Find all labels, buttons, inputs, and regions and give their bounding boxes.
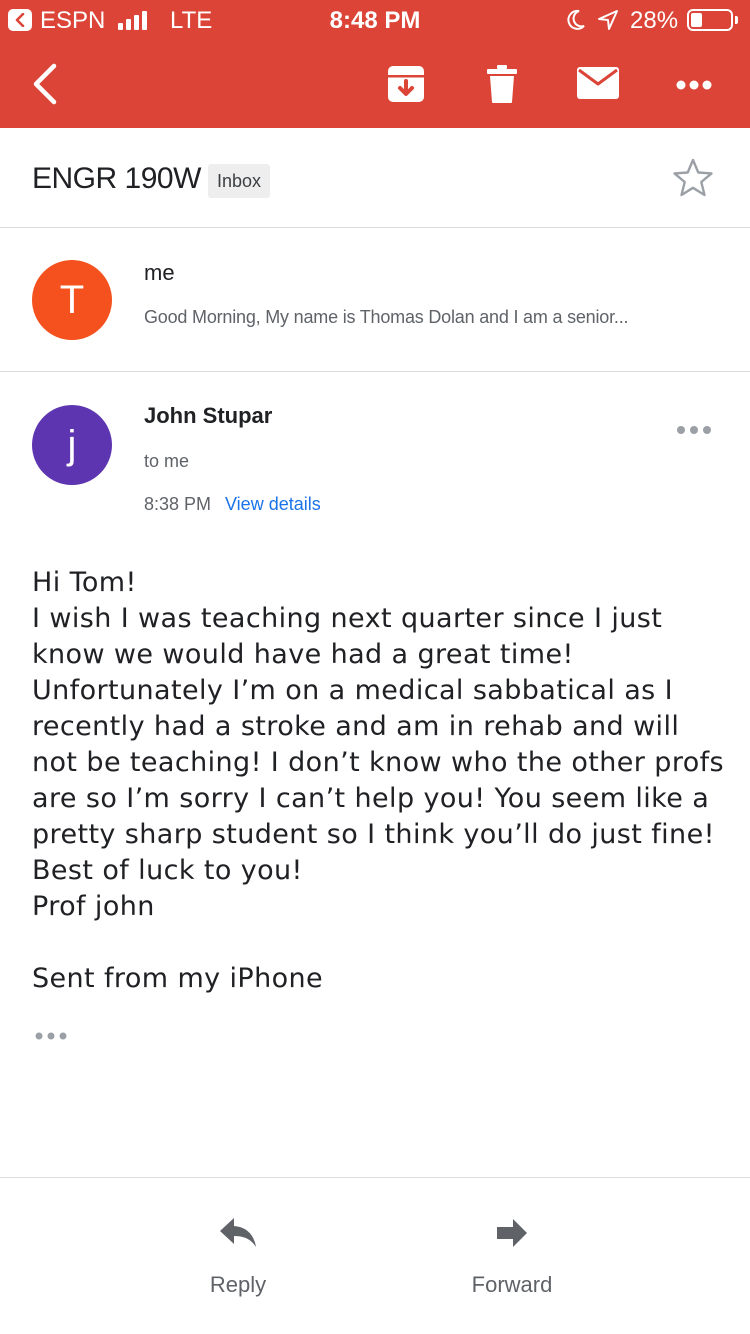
body-blank-line bbox=[32, 925, 722, 961]
more-horizontal-icon bbox=[677, 426, 711, 434]
forward-arrow-icon bbox=[497, 1219, 527, 1247]
message-snippet: Good Morning, My name is Thomas Dolan an… bbox=[144, 307, 629, 327]
signature-line: Sent from my iPhone bbox=[32, 963, 324, 994]
body-line: pretty sharp student so I think you’ll d… bbox=[32, 819, 715, 850]
archive-button[interactable] bbox=[386, 64, 426, 104]
avatar: j bbox=[32, 405, 112, 485]
body-line: know we would have had a great time! bbox=[32, 639, 574, 670]
body-line: Prof john bbox=[32, 891, 155, 922]
app-header: ESPN LTE 8:48 PM 28% bbox=[0, 0, 750, 128]
back-button[interactable] bbox=[28, 62, 62, 106]
battery-icon bbox=[687, 9, 733, 31]
star-icon bbox=[673, 158, 713, 197]
body-line: I wish I was teaching next quarter since… bbox=[32, 603, 663, 634]
view-details-link[interactable]: View details bbox=[225, 494, 321, 515]
sender-name: me bbox=[144, 260, 175, 285]
body-line: are so I’m sorry I can’t help you! You s… bbox=[32, 783, 710, 814]
avatar: T bbox=[32, 260, 112, 340]
body-line: not be teaching! I don’t know who the ot… bbox=[32, 747, 725, 778]
location-arrow-icon bbox=[597, 9, 619, 38]
body-line: Best of luck to you! bbox=[32, 855, 303, 886]
reply-button[interactable]: Reply bbox=[158, 1216, 318, 1298]
message-body: Hi Tom! I wish I was teaching next quart… bbox=[32, 565, 725, 997]
collapsed-message[interactable]: T me Good Morning, My name is Thomas Dol… bbox=[0, 229, 750, 372]
body-line: recently had a stroke and am in rehab an… bbox=[32, 711, 680, 742]
more-horizontal-icon bbox=[676, 80, 712, 90]
email-subject: ENGR 190W bbox=[32, 162, 201, 195]
sender-name: John Stupar bbox=[144, 403, 273, 428]
archive-icon bbox=[388, 66, 424, 102]
mark-unread-button[interactable] bbox=[576, 66, 620, 100]
message-time: 8:38 PM bbox=[144, 494, 212, 514]
inbox-label[interactable]: Inbox bbox=[208, 164, 271, 198]
reply-icon bbox=[220, 1218, 256, 1247]
message-more-button[interactable] bbox=[676, 423, 712, 435]
body-line: Unfortunately I’m on a medical sabbatica… bbox=[32, 675, 673, 706]
forward-button[interactable]: Forward bbox=[432, 1216, 592, 1298]
status-bar: ESPN LTE 8:48 PM 28% bbox=[0, 0, 750, 40]
delete-button[interactable] bbox=[486, 64, 518, 104]
more-options-button[interactable] bbox=[676, 78, 712, 90]
battery-tip bbox=[735, 16, 738, 24]
recipient-line[interactable]: to me bbox=[144, 451, 189, 472]
body-line: Hi Tom! bbox=[32, 567, 137, 598]
ellipsis-icon bbox=[35, 1032, 67, 1040]
forward-label: Forward bbox=[471, 1272, 553, 1297]
reply-label: Reply bbox=[209, 1272, 267, 1297]
mail-icon bbox=[577, 67, 619, 99]
trash-icon bbox=[487, 65, 517, 103]
bottom-action-bar: Reply Forward bbox=[0, 1177, 750, 1334]
battery-percent: 28% bbox=[630, 7, 679, 34]
do-not-disturb-icon bbox=[566, 9, 586, 38]
show-trimmed-content-button[interactable] bbox=[34, 1028, 70, 1040]
star-button[interactable] bbox=[672, 157, 714, 199]
subject-row: ENGR 190W Inbox bbox=[0, 128, 750, 228]
